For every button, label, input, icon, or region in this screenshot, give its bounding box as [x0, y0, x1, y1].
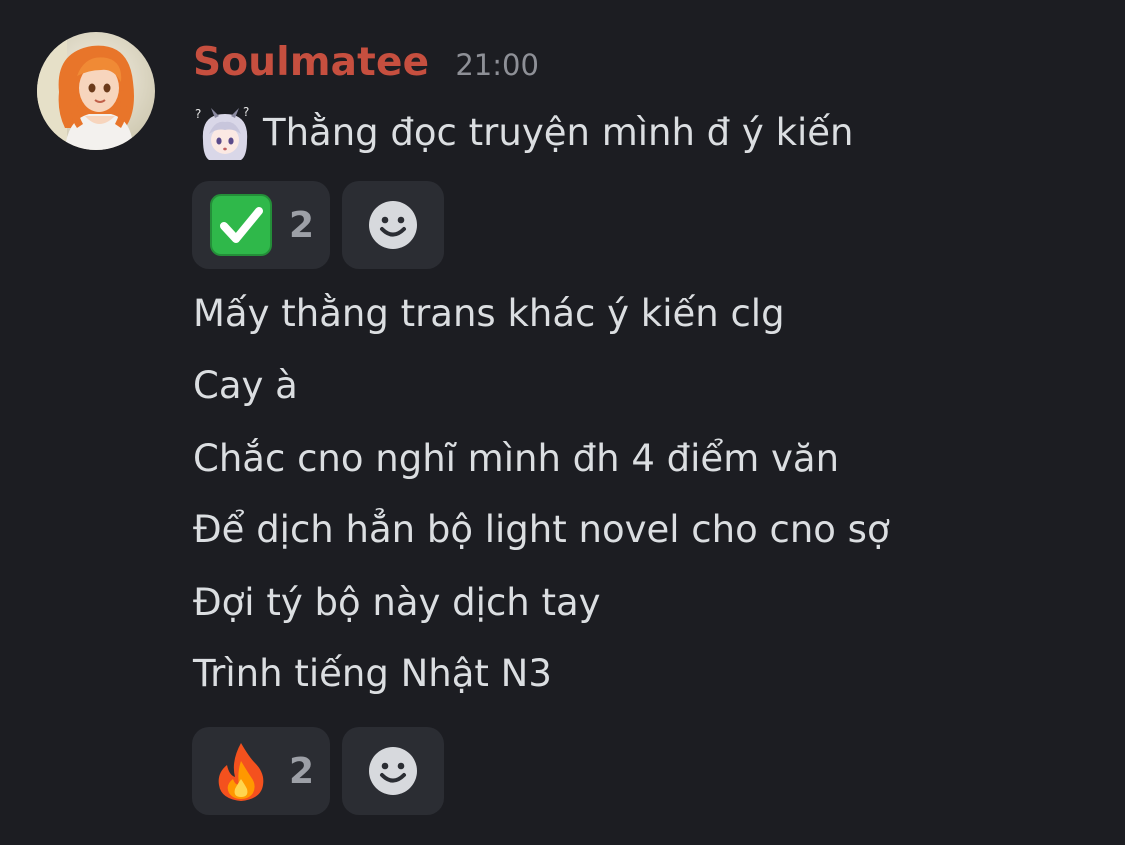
add-reaction-smiley-icon — [369, 747, 417, 795]
chat-message: Soulmatee 21:00 ? ? Thằng đọc truyện mìn… — [0, 0, 1125, 845]
message-line-5: Để dịch hẳn bộ light novel cho cno sợ — [193, 508, 890, 551]
reaction-bar-1: 2 — [192, 181, 444, 269]
reaction-fire[interactable]: 2 — [192, 727, 330, 815]
add-reaction-button[interactable] — [342, 727, 444, 815]
fire-icon — [218, 743, 264, 801]
confused-anime-girl-emoji-icon: ? ? — [193, 104, 257, 162]
username[interactable]: Soulmatee — [193, 40, 429, 85]
timestamp: 21:00 — [455, 48, 539, 82]
white-check-mark-icon — [210, 194, 272, 256]
reaction-count: 2 — [289, 204, 315, 246]
message-line-6: Đợi tý bộ này dịch tay — [193, 581, 601, 624]
message-line-1-text: Thằng đọc truyện mình đ ý kiến — [263, 111, 854, 154]
message-line-4: Chắc cno nghĩ mình đh 4 điểm văn — [193, 437, 840, 480]
message-line-1: ? ? Thằng đọc truyện mình đ ý kiến — [193, 104, 854, 162]
svg-text:?: ? — [243, 105, 249, 119]
svg-text:?: ? — [195, 107, 201, 121]
reaction-count: 2 — [289, 750, 315, 792]
message-line-2: Mấy thằng trans khác ý kiến clg — [193, 292, 785, 335]
reaction-check[interactable]: 2 — [192, 181, 330, 269]
message-header: Soulmatee 21:00 — [193, 40, 539, 85]
anime-avatar-icon — [37, 32, 155, 150]
message-line-3: Cay à — [193, 364, 298, 407]
user-avatar[interactable] — [37, 32, 155, 150]
add-reaction-smiley-icon — [369, 201, 417, 249]
add-reaction-button[interactable] — [342, 181, 444, 269]
reaction-bar-2: 2 — [192, 727, 444, 815]
message-line-7: Trình tiếng Nhật N3 — [193, 652, 552, 695]
